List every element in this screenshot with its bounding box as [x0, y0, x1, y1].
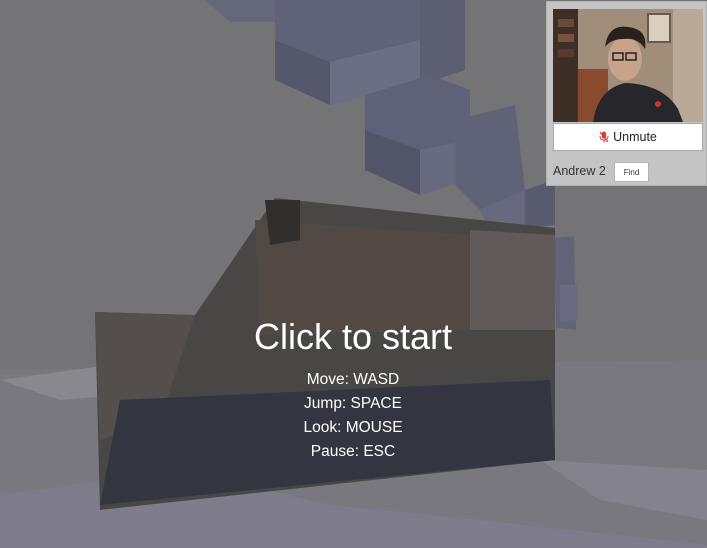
local-video-panel: Unmute Andrew 2 Find: [546, 1, 707, 186]
click-to-start-title[interactable]: Click to start: [203, 316, 503, 358]
find-button[interactable]: Find: [614, 162, 649, 182]
webcam-feed: [553, 9, 703, 122]
self-video-preview: [553, 9, 703, 122]
user-name-label: Andrew 2: [553, 164, 606, 178]
unmute-label: Unmute: [613, 130, 657, 144]
unmute-button[interactable]: Unmute: [553, 123, 703, 151]
control-jump: Jump: SPACE: [304, 395, 402, 412]
mic-muted-icon: [599, 131, 609, 143]
start-instructions[interactable]: Click to start Move: WASD Jump: SPACE Lo…: [203, 316, 503, 464]
control-move: Move: WASD: [306, 371, 400, 388]
control-pause: Pause: ESC: [310, 443, 396, 460]
control-look: Look: MOUSE: [303, 419, 403, 436]
